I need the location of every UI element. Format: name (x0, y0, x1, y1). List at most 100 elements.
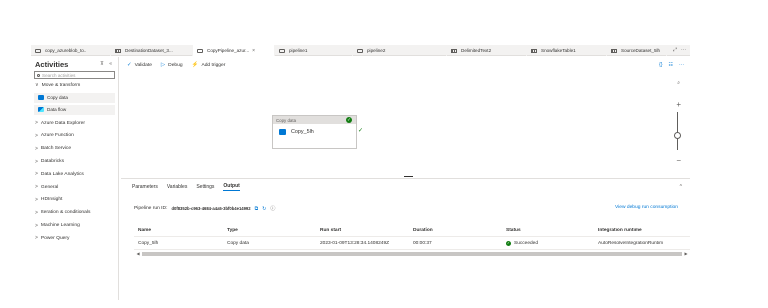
pipeline-canvas[interactable]: Copy data ✓ Copy_5lh ✓ ⌕ + − (121, 72, 690, 176)
dataset-table-icon (451, 48, 457, 53)
search-icon (37, 73, 40, 77)
column-header: Run start (320, 227, 342, 233)
category-databricks[interactable]: > Databricks (31, 155, 118, 168)
tab-parameters[interactable]: Parameters (132, 184, 158, 190)
dataset-table-icon (531, 48, 537, 53)
debug-label: Debug (168, 62, 183, 68)
category-label: Power Query (40, 235, 70, 241)
expand-icon[interactable]: ⤢ (673, 47, 677, 53)
validate-button[interactable]: ✓ Validate (127, 62, 152, 68)
cell-status: ✓ Succeeded (506, 240, 598, 246)
bottom-panel: Parameters Variables Settings Output ^ P… (121, 178, 690, 300)
tab-settings[interactable]: Settings (196, 184, 214, 190)
add-trigger-label: Add trigger (201, 62, 226, 68)
category-general[interactable]: > General (31, 181, 118, 194)
cell-type: Copy data (227, 240, 249, 246)
activity-data-flow[interactable]: Data flow (34, 104, 115, 115)
copy-data-activity-node[interactable]: Copy data ✓ Copy_5lh ✓ (272, 115, 363, 149)
category-batch-service[interactable]: > Batch Service (31, 142, 118, 155)
category-move-transform[interactable]: ∨ Move & transform (31, 79, 118, 92)
category-power-query[interactable]: > Power Query (31, 232, 118, 245)
tab-copy-pipeline[interactable]: CopyPipeline_azur... × (193, 45, 275, 56)
chevron-right-icon: > (35, 145, 38, 152)
tab-output[interactable]: Output (223, 183, 240, 191)
tab-label: pipeline2 (367, 48, 386, 53)
success-icon: ✓ (506, 240, 511, 246)
scrollbar-thumb[interactable] (142, 251, 682, 256)
chevron-right-icon: > (35, 158, 38, 165)
category-azure-function[interactable]: > Azure Function (31, 130, 118, 143)
cell-duration: 00:00:37 (413, 240, 432, 246)
category-label: Batch Service (40, 146, 72, 152)
chevron-down-icon: ∨ (35, 82, 39, 89)
trigger-icon: ⚡ (191, 62, 199, 68)
chevron-right-icon: > (35, 222, 38, 229)
category-label: Move & transform (41, 82, 81, 88)
tab-destination-dataset[interactable]: DestinationDataset_3... (111, 45, 193, 56)
tab-label: SnowflakeTable1 (541, 48, 576, 53)
more-icon[interactable]: ··· (681, 47, 686, 53)
tab-delimitedtext2[interactable]: DelimitedText2 (447, 45, 527, 56)
category-label: Machine Learning (40, 223, 80, 229)
scroll-right-icon[interactable]: ▶ (682, 251, 690, 256)
category-hdinsight[interactable]: > HDInsight (31, 194, 118, 207)
pipeline-icon (279, 48, 285, 53)
add-trigger-button[interactable]: ⚡ Add trigger (192, 62, 226, 68)
category-label: Data Lake Analytics (40, 171, 84, 177)
more-icon[interactable]: ··· (679, 62, 684, 68)
success-check-icon: ✓ (346, 117, 352, 123)
chevron-right-icon: > (35, 120, 38, 127)
table-header: Name Type Run start Duration Status Inte… (134, 224, 690, 237)
zoom-slider-thumb[interactable] (674, 132, 681, 139)
search-placeholder: Search activities (42, 72, 76, 78)
copy-icon[interactable]: ⧉ (255, 206, 259, 212)
category-data-lake-analytics[interactable]: > Data Lake Analytics (31, 168, 118, 181)
tab-pipeline2[interactable]: pipeline2 (353, 45, 447, 56)
chevron-right-icon: > (35, 132, 38, 139)
tab-copy-azureblob[interactable]: copy_azureblob_to.. (31, 45, 111, 56)
copy-data-icon (38, 95, 44, 101)
tab-variables[interactable]: Variables (167, 184, 187, 190)
refresh-icon[interactable]: ↻ (262, 206, 266, 212)
search-input[interactable]: Search activities (34, 71, 115, 79)
code-icon[interactable]: {} (659, 62, 662, 68)
canvas-search-icon[interactable]: ⌕ (677, 80, 680, 86)
chevron-right-icon: > (35, 171, 38, 178)
column-header: Status (506, 227, 521, 233)
status-text: Succeeded (514, 240, 539, 246)
debug-button[interactable]: ▷ Debug (161, 62, 183, 68)
category-azure-data-explorer[interactable]: > Azure Data Explorer (31, 117, 118, 130)
view-consumption-link[interactable]: View debug run consumption (615, 205, 678, 210)
zoom-out-button[interactable]: − (676, 156, 681, 165)
node-body: Copy_5lh (273, 124, 356, 135)
zoom-in-button[interactable]: + (676, 100, 681, 109)
close-icon[interactable]: × (252, 48, 255, 54)
success-connector-icon[interactable]: ✓ (358, 127, 363, 134)
column-header: Duration (413, 227, 433, 233)
properties-icon[interactable]: ☷ (669, 62, 673, 68)
category-label: Iteration & conditionals (40, 210, 91, 216)
category-label: Databricks (40, 159, 65, 165)
tab-snowflaketable1[interactable]: SnowflakeTable1 (527, 45, 607, 56)
pipeline-icon (357, 48, 363, 53)
chevron-right-icon: > (35, 209, 38, 216)
tab-label: copy_azureblob_to.. (45, 48, 87, 53)
collapse-icon[interactable]: ⊼ « (100, 61, 114, 67)
pipeline-run-id: Pipeline run ID: d0f8352b-c963-4684-a4a5… (134, 205, 275, 213)
table-row[interactable]: Copy_5lh Copy data 2023-01-09T13:28:34.1… (134, 237, 690, 250)
horizontal-scrollbar[interactable]: ◀ ▶ (134, 251, 690, 256)
panel-splitter-handle[interactable] (404, 176, 413, 177)
category-machine-learning[interactable]: > Machine Learning (31, 219, 118, 232)
tabstrip-actions: ⤢ ··· (673, 45, 690, 55)
scroll-left-icon[interactable]: ◀ (134, 251, 142, 256)
info-icon[interactable]: ⓘ (270, 205, 275, 212)
chevron-right-icon: > (35, 184, 38, 191)
zoom-slider-track[interactable] (677, 112, 678, 150)
activity-copy-data[interactable]: Copy data (34, 92, 115, 103)
category-iteration-conditionals[interactable]: > Iteration & conditionals (31, 206, 118, 219)
tab-pipeline1[interactable]: pipeline1 (275, 45, 353, 56)
tab-sourcedataset[interactable]: SourceDataset_5lh (607, 45, 667, 56)
chevron-up-icon[interactable]: ^ (680, 184, 682, 190)
dataset-table-icon (115, 48, 121, 53)
editor-tabstrip: copy_azureblob_to.. DestinationDataset_3… (31, 45, 690, 56)
